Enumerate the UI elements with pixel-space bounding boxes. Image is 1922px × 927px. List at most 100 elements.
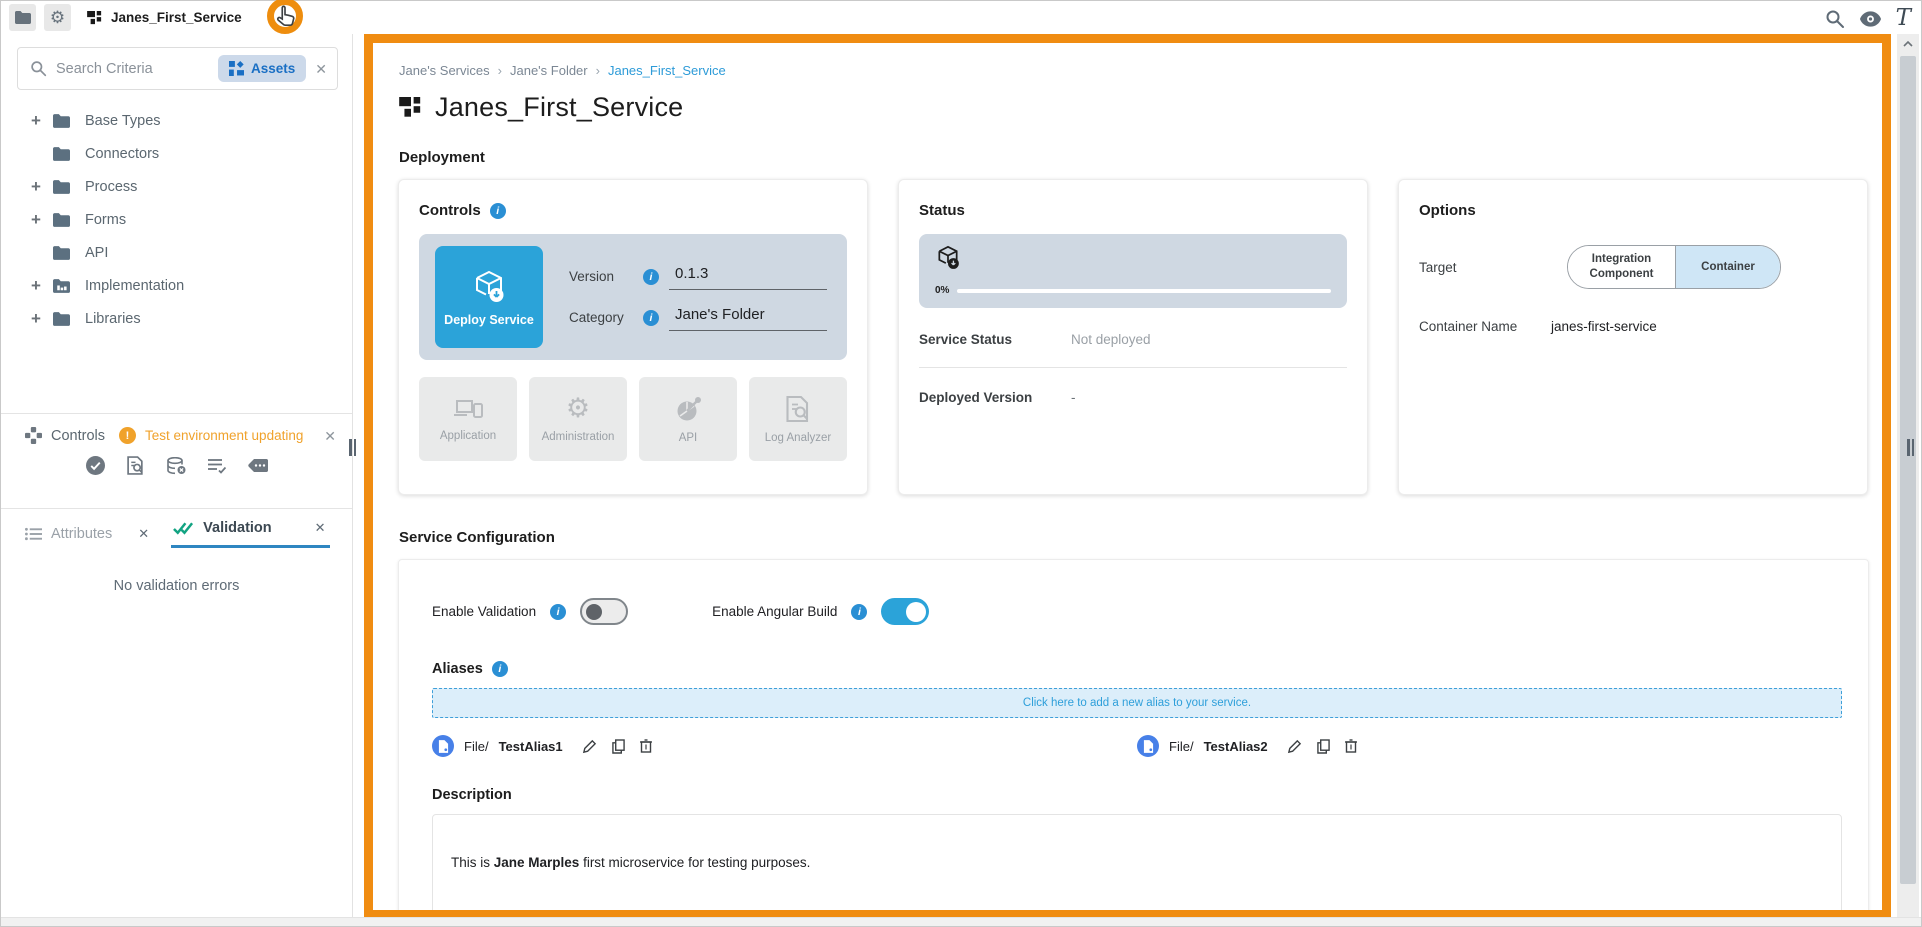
controls-icon [25, 427, 42, 444]
tree-item-label: Forms [85, 212, 126, 228]
category-label: Category [569, 310, 633, 325]
search-icon [1825, 9, 1845, 29]
deploy-service-button[interactable]: Deploy Service [435, 246, 543, 348]
tab-attributes-label: Attributes [51, 526, 112, 542]
open-folder-button[interactable] [9, 4, 36, 31]
enable-angular-build-toggle[interactable] [881, 598, 929, 625]
copy-alias-button[interactable] [612, 739, 625, 754]
description-text: first microservice for testing purposes. [579, 855, 810, 870]
category-input[interactable]: Jane's Folder [669, 304, 827, 331]
breadcrumb-janes-folder[interactable]: Jane's Folder [510, 63, 588, 78]
copy-icon [612, 739, 625, 754]
application-label: Application [440, 430, 496, 442]
target-option-container[interactable]: Container [1676, 246, 1780, 288]
expand-icon[interactable]: + [31, 210, 53, 230]
description-label: Description [432, 787, 1840, 803]
edit-alias-button[interactable] [582, 739, 597, 754]
close-controls-icon[interactable]: ✕ [324, 429, 336, 443]
file-alias-icon [432, 735, 454, 757]
preview-button[interactable] [1859, 11, 1882, 27]
panel-resize-handle[interactable] [1907, 439, 1915, 456]
brand-logo-t: T [1896, 7, 1911, 30]
add-alias-text: Click here to add a new alias to your se… [1023, 697, 1251, 709]
info-icon[interactable]: i [492, 661, 508, 677]
sidebar-resize-handle[interactable] [349, 439, 357, 456]
validation-message: No validation errors [1, 578, 352, 594]
copy-alias-button[interactable] [1317, 739, 1330, 754]
clear-filter-icon[interactable]: ✕ [315, 62, 327, 76]
doc-search-button[interactable] [127, 456, 144, 475]
version-label: Version [569, 269, 633, 284]
service-icon [399, 97, 423, 118]
expand-icon[interactable]: + [31, 177, 53, 197]
assets-filter-chip[interactable]: Assets [218, 55, 306, 82]
tree-item-process[interactable]: + Process [1, 170, 352, 203]
add-alias-dropzone[interactable]: Click here to add a new alias to your se… [432, 688, 1842, 718]
tree-item-libraries[interactable]: + Libraries [1, 302, 352, 335]
tab-validation[interactable]: Validation ✕ [171, 520, 329, 548]
service-tab[interactable]: Janes_First_Service [87, 10, 242, 25]
expand-icon[interactable]: + [31, 111, 53, 131]
validate-button[interactable] [86, 456, 105, 475]
alias-type: File/ [1169, 739, 1194, 754]
attributes-icon [25, 527, 42, 541]
enable-validation-toggle[interactable] [580, 598, 628, 625]
edit-alias-button[interactable] [1287, 739, 1302, 754]
search-criteria-box[interactable]: Search Criteria Assets ✕ [17, 47, 338, 90]
controls-card-title: Controls [419, 202, 481, 219]
folder-chart-icon [53, 279, 70, 293]
vertical-scrollbar[interactable] [1897, 34, 1919, 919]
page-title: Janes_First_Service [435, 92, 683, 123]
application-button[interactable]: Application [419, 377, 517, 461]
scroll-up-button[interactable] [1897, 34, 1919, 54]
target-segmented-control: Integration Component Container [1567, 245, 1781, 289]
version-input[interactable]: 0.1.3 [669, 263, 827, 290]
description-text: This is [451, 855, 494, 870]
log-analyzer-button[interactable]: Log Analyzer [749, 377, 847, 461]
expand-icon[interactable]: + [31, 309, 53, 329]
asset-tree: + Base Types Connectors + Process + Form… [1, 96, 352, 335]
chevron-up-icon [1903, 41, 1913, 47]
tree-item-label: Connectors [85, 146, 159, 162]
info-icon[interactable]: i [643, 269, 659, 285]
api-button[interactable]: API [639, 377, 737, 461]
close-attributes-icon[interactable]: ✕ [138, 526, 149, 542]
tree-item-connectors[interactable]: Connectors [1, 137, 352, 170]
list-check-button[interactable] [208, 458, 226, 474]
application-icon [453, 397, 483, 421]
target-option-integration-component[interactable]: Integration Component [1568, 246, 1676, 288]
info-icon[interactable]: i [851, 604, 867, 620]
delete-alias-button[interactable] [1345, 739, 1357, 753]
delete-alias-button[interactable] [640, 739, 652, 753]
folder-icon [15, 11, 31, 24]
container-name-label: Container Name [1419, 319, 1551, 334]
breadcrumb-current[interactable]: Janes_First_Service [608, 63, 726, 78]
description-bold-text: Jane Marples [494, 855, 580, 870]
administration-button[interactable]: ⚙ Administration [529, 377, 627, 461]
tree-item-forms[interactable]: + Forms [1, 203, 352, 236]
tab-attributes[interactable]: Attributes [25, 526, 112, 542]
label-button[interactable] [248, 459, 268, 472]
expand-icon[interactable]: + [31, 276, 53, 296]
close-validation-icon[interactable]: ✕ [315, 520, 326, 536]
service-status-row: Service Status Not deployed [919, 332, 1347, 347]
settings-button[interactable]: ⚙ [44, 4, 71, 31]
search-icon [30, 60, 47, 77]
left-sidebar: Search Criteria Assets ✕ + Base Types Co… [1, 34, 353, 919]
tree-item-base-types[interactable]: + Base Types [1, 104, 352, 137]
trash-icon [640, 739, 652, 753]
info-icon[interactable]: i [643, 310, 659, 326]
service-tab-label: Janes_First_Service [111, 10, 242, 25]
tree-item-implementation[interactable]: + Implementation [1, 269, 352, 302]
search-input[interactable]: Search Criteria [56, 61, 209, 77]
info-icon[interactable]: i [490, 203, 506, 219]
progress-percent: 0% [935, 285, 949, 296]
tree-item-api[interactable]: API [1, 236, 352, 269]
breadcrumb-janes-services[interactable]: Jane's Services [399, 63, 490, 78]
global-search-button[interactable] [1825, 9, 1845, 29]
database-clear-button[interactable] [166, 457, 186, 475]
bottom-edge-strip [1, 917, 1921, 926]
scrollbar-thumb[interactable] [1900, 56, 1916, 884]
description-input[interactable]: This is Jane Marples first microservice … [432, 814, 1842, 919]
info-icon[interactable]: i [550, 604, 566, 620]
